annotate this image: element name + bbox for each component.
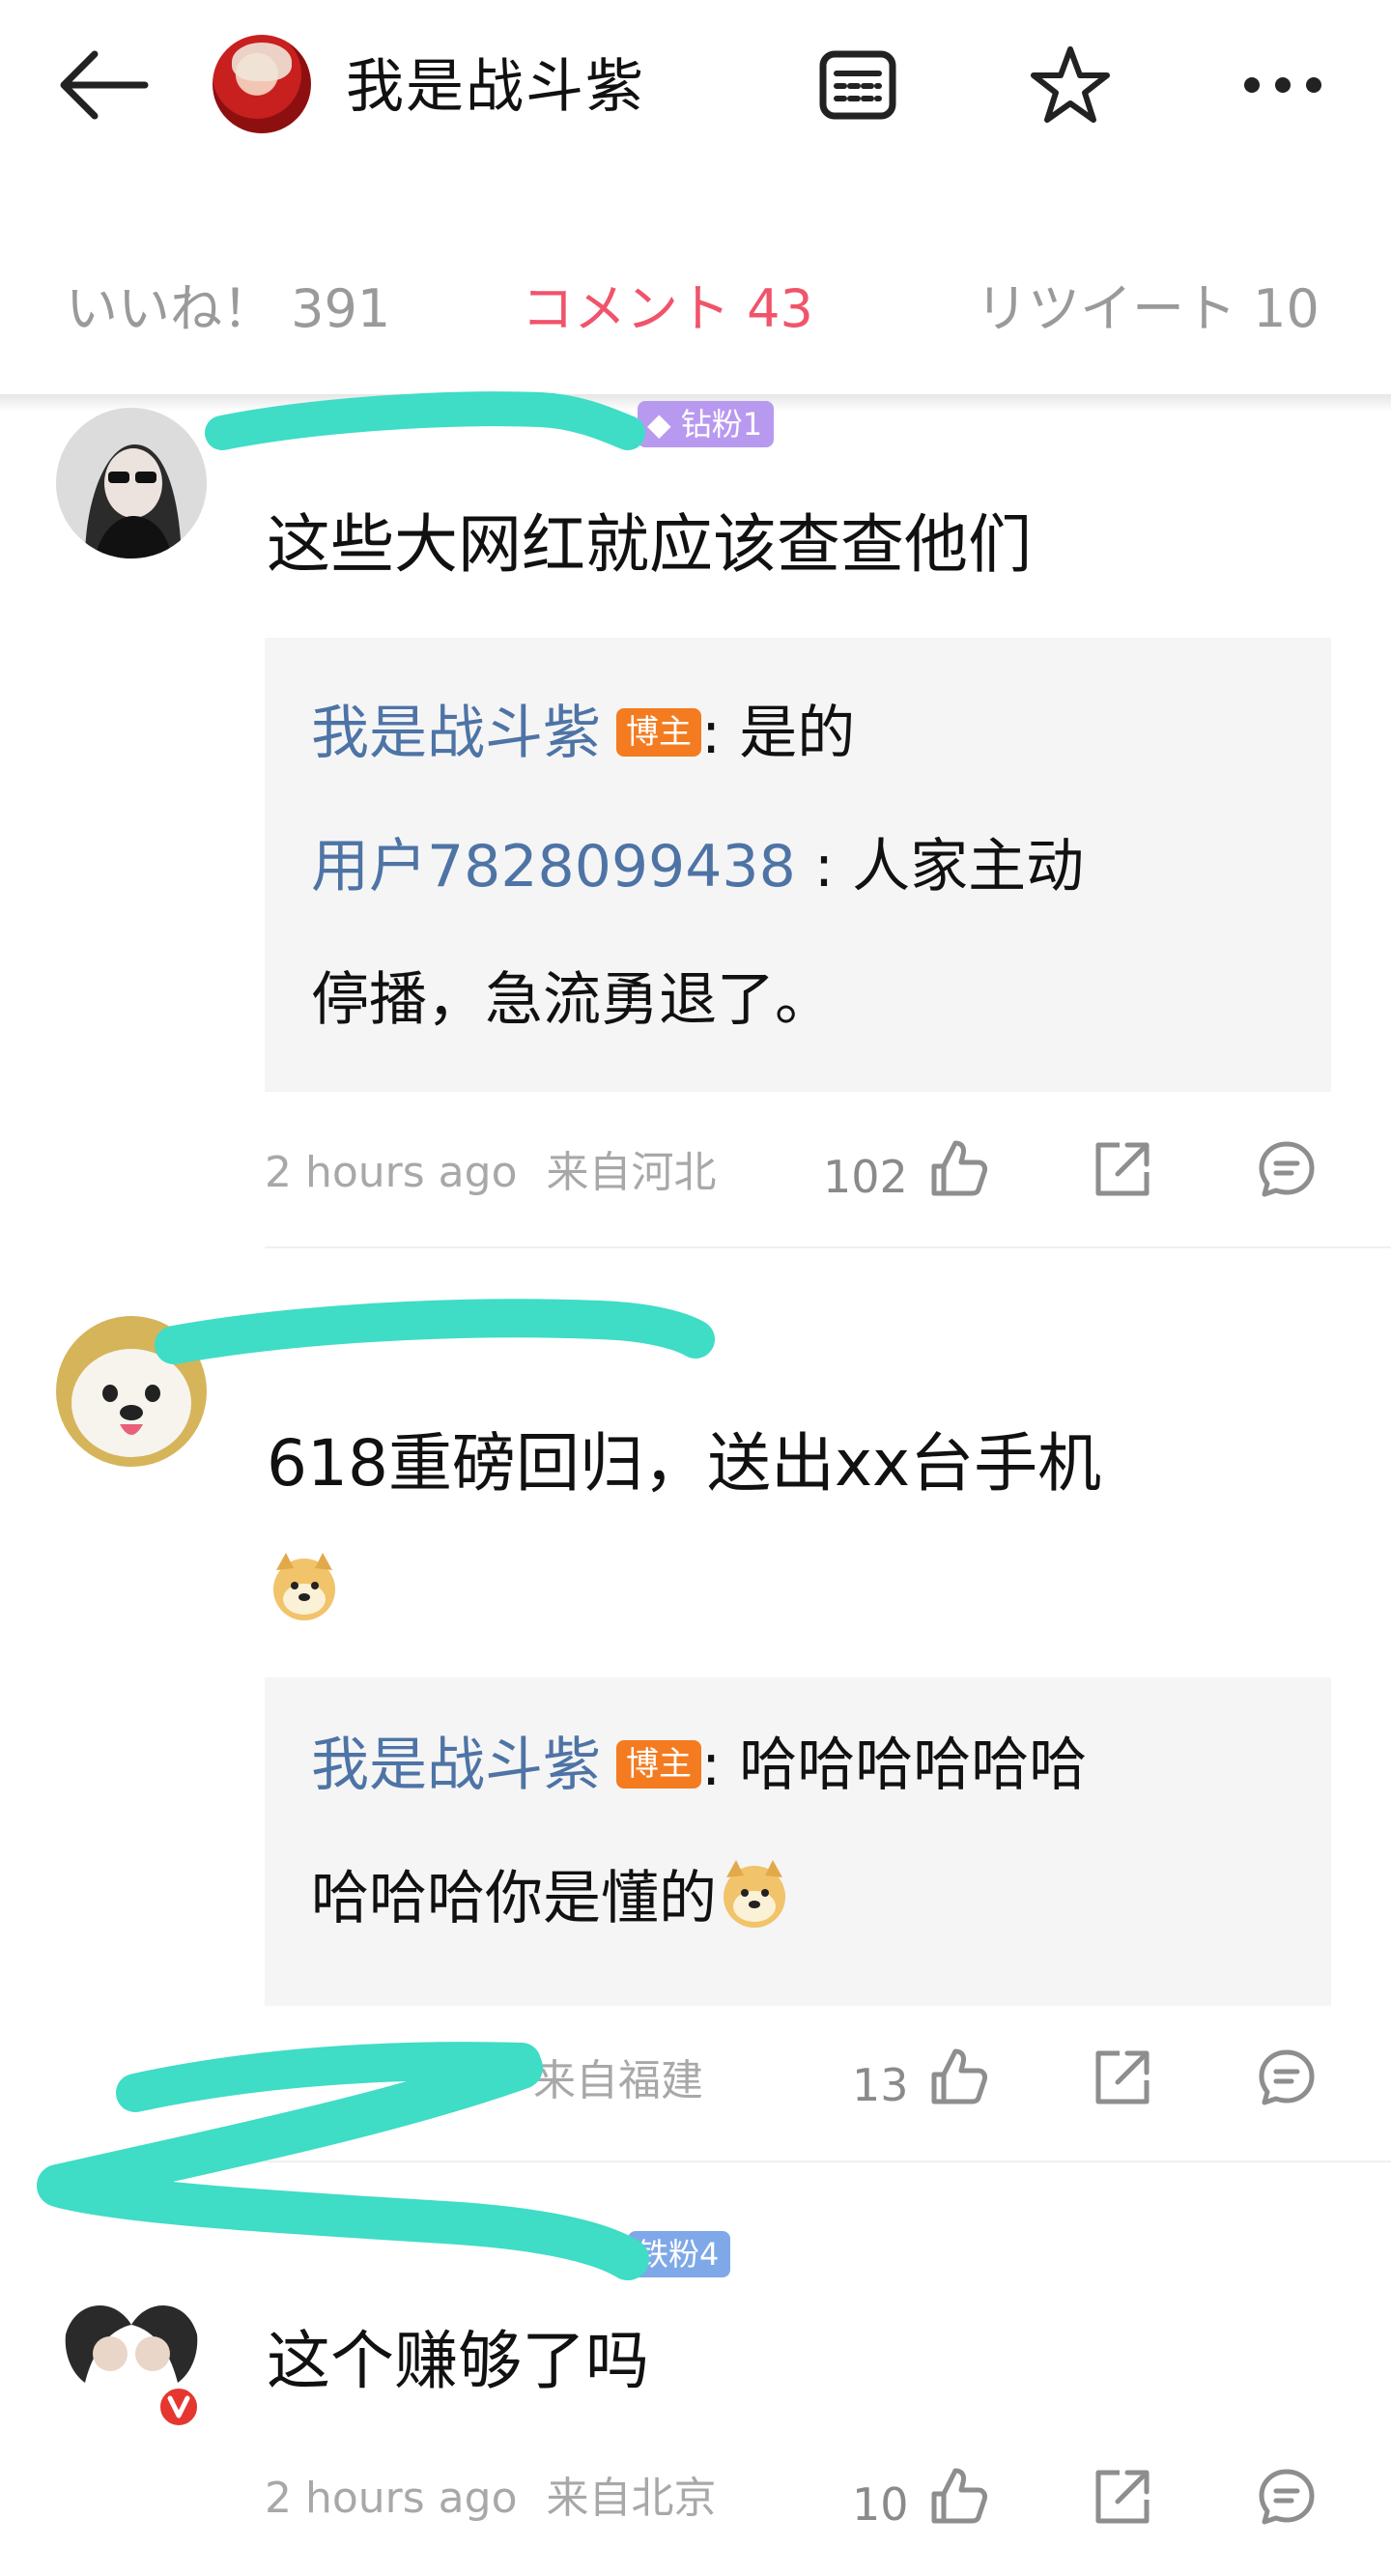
reply-line-continued: 停播，急流勇退了。 [311, 966, 833, 1034]
divider [265, 1246, 1391, 1248]
share-icon [1095, 2470, 1150, 2524]
comment-text: 这些大网红就应该查查他们 [267, 507, 1032, 582]
fan-badge: ◆ 钻粉1 [638, 401, 775, 447]
divider [265, 2161, 1391, 2162]
like-button[interactable] [920, 1131, 997, 1208]
reply-author[interactable]: 我是战斗紫 [311, 1732, 601, 1799]
commenter-name[interactable]: 铁粉4 [267, 2228, 731, 2277]
more-icon [1244, 77, 1321, 93]
top-bar: 我是战斗紫 [0, 0, 1391, 174]
tab-comments[interactable]: コメント 43 [522, 271, 813, 348]
reply-text: : 人家主动 [795, 833, 1085, 901]
reply-author[interactable]: 我是战斗紫 [311, 700, 601, 767]
back-button[interactable] [56, 37, 162, 133]
location: 来自福建 [533, 2056, 703, 2105]
comment-meta: 来自福建 [265, 2052, 703, 2110]
share-button[interactable] [1084, 2039, 1161, 2116]
commenter-name[interactable]: ◆ 钻粉1 [267, 398, 775, 447]
reply-author[interactable]: 用户7828099438 [311, 833, 796, 901]
back-arrow-icon [60, 50, 149, 120]
blogger-badge: 博主 [616, 1740, 701, 1789]
timestamp: 2 hours ago [265, 2474, 518, 2523]
comment-meta: 2 hours ago 来自北京 [265, 2470, 717, 2528]
tab-likes[interactable]: いいね！ 391 [66, 271, 390, 348]
fan-badge: 铁粉4 [628, 2231, 731, 2277]
tab-retweets[interactable]: リツイート 10 [976, 271, 1320, 348]
comment-meta: 2 hours ago 来自河北 [265, 1144, 717, 1202]
like-button[interactable] [920, 2039, 997, 2116]
commenter-avatar[interactable] [56, 408, 207, 558]
like-count: 102 [823, 1151, 908, 1203]
reply-text: : 是的 [701, 700, 856, 767]
commenter-name-redacted [267, 398, 634, 446]
page-title: 我是战斗紫 [346, 53, 645, 121]
like-count: 13 [852, 2059, 909, 2111]
author-avatar[interactable] [213, 35, 311, 133]
comment-text: 618重磅回归，送出xx台手机 [267, 1401, 1329, 1652]
document-icon [819, 50, 896, 120]
star-icon [1031, 46, 1110, 123]
reply-box[interactable]: 我是战斗紫 博主: 哈哈哈哈哈哈 哈哈哈你是懂的 [265, 1677, 1331, 2006]
reply-line: 用户7828099438 : 人家主动 [311, 800, 1285, 933]
thumbs-up-icon [931, 2048, 987, 2104]
comment-item: 618重磅回归，送出xx台手机 我是战斗紫 博主: 哈哈哈哈哈哈 哈哈哈你是懂的 … [0, 1295, 1391, 2135]
comment-icon [1259, 1141, 1315, 1197]
timestamp: 2 hours ago [265, 1148, 518, 1197]
document-button[interactable] [809, 37, 906, 133]
blogger-badge: 博主 [616, 708, 701, 757]
verified-icon [156, 2385, 201, 2429]
reply-button[interactable] [1248, 2039, 1325, 2116]
tab-bar: いいね！ 391 コメント 43 リツイート 10 [0, 251, 1391, 396]
thumbs-up-icon [931, 2468, 987, 2524]
commenter-name-redacted [267, 1316, 672, 1364]
share-button[interactable] [1084, 1131, 1161, 1208]
thumbs-up-icon [931, 1140, 987, 1196]
like-button[interactable] [920, 2458, 997, 2535]
commenter-avatar[interactable] [56, 1316, 207, 1467]
reply-button[interactable] [1248, 2458, 1325, 2535]
commenter-name[interactable] [267, 1316, 672, 1364]
reply-line: 我是战斗紫 博主: 哈哈哈哈哈哈 [311, 1699, 1285, 1832]
comment-icon [1259, 2049, 1315, 2105]
comment-icon [1259, 2469, 1315, 2525]
commenter-avatar[interactable] [56, 2276, 207, 2429]
doge-emoji-icon [724, 1860, 785, 1928]
avatar-image [56, 1316, 207, 1467]
like-count: 10 [852, 2478, 909, 2531]
location: 来自河北 [546, 1148, 717, 1197]
reply-line-continued: 哈哈哈你是懂的 [311, 1832, 1285, 1965]
share-button[interactable] [1084, 2458, 1161, 2535]
reply-text: : 哈哈哈哈哈哈 [701, 1732, 1088, 1799]
favorite-button[interactable] [1022, 37, 1119, 133]
share-icon [1095, 2050, 1150, 2104]
comment-item: ◆ 钻粉1 这些大网红就应该查查他们 我是战斗紫 博主: 是的 用户7828099… [0, 396, 1391, 1246]
comment-text: 这个赚够了吗 [267, 2324, 649, 2398]
comment-item: 铁粉4 这个赚够了吗 2 hours ago 来自北京 10 [0, 2184, 1391, 2576]
more-button[interactable] [1235, 37, 1331, 133]
avatar-image [56, 408, 207, 558]
reply-box[interactable]: 我是战斗紫 博主: 是的 用户7828099438 : 人家主动 停播，急流勇退了… [265, 638, 1331, 1092]
timestamp-redacted [265, 2052, 506, 2110]
share-icon [1095, 1142, 1150, 1196]
doge-emoji-icon [273, 1553, 335, 1620]
reply-button[interactable] [1248, 1131, 1325, 1208]
reply-line: 我是战斗紫 博主: 是的 [311, 667, 1285, 800]
commenter-name-redacted [267, 2228, 624, 2276]
location: 来自北京 [546, 2474, 717, 2523]
